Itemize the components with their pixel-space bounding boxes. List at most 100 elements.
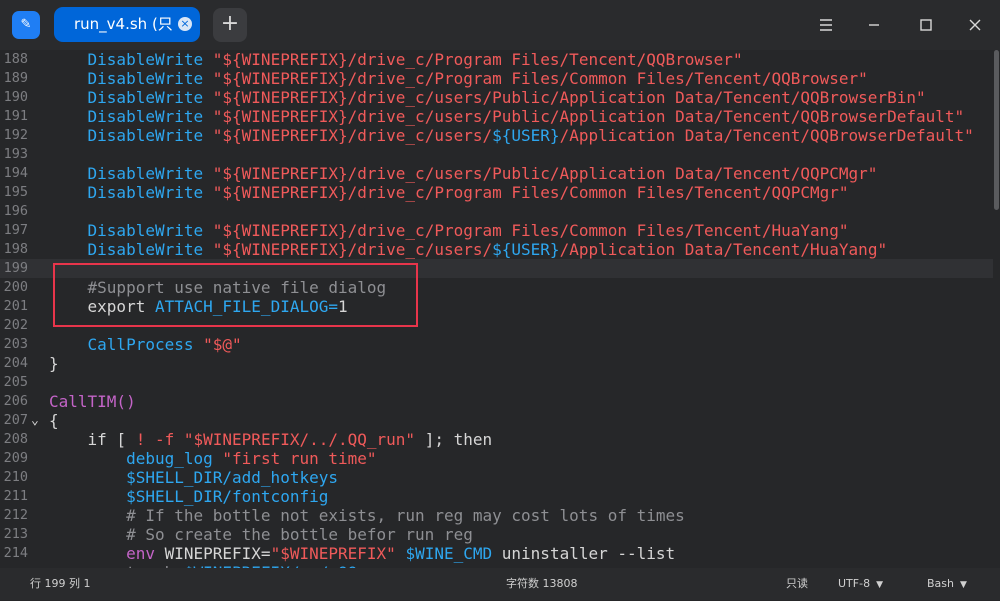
code-line[interactable]: 196	[0, 202, 1000, 221]
code-line[interactable]: 207 ⌄ {	[0, 411, 1000, 430]
code-line[interactable]: 212 # If the bottle not exists, run reg …	[0, 506, 1000, 525]
line-number: 198	[3, 241, 28, 257]
minimize-icon[interactable]	[862, 13, 886, 37]
line-number: 188	[3, 51, 28, 67]
code-token: ${USER}	[492, 126, 560, 145]
code-line[interactable]: 204}	[0, 354, 1000, 373]
line-number: 204	[3, 355, 28, 371]
code-token: "${WINEPREFIX}/drive_c/users/	[212, 240, 493, 259]
code-text: $SHELL_DIR/fontconfig	[49, 487, 328, 506]
tab-label: run_v4.sh (只读	[74, 15, 172, 33]
code-token: # If the bottle not exists, run reg may …	[49, 506, 685, 525]
code-line[interactable]: 211 $SHELL_DIR/fontconfig	[0, 487, 1000, 506]
line-number: 202	[3, 317, 28, 333]
code-line[interactable]: 188 DisableWrite "${WINEPREFIX}/drive_c/…	[0, 50, 1000, 69]
code-line[interactable]: 210 $SHELL_DIR/add_hotkeys	[0, 468, 1000, 487]
line-number: 208	[3, 431, 28, 447]
tab-run-v4-sh[interactable]: run_v4.sh (只读 ×	[54, 7, 200, 42]
code-line[interactable]: 208 if [ ! -f "$WINEPREFIX/../.QQ_run" ]…	[0, 430, 1000, 449]
code-token: "${WINEPREFIX}/drive_c/Program Files/Com…	[212, 69, 868, 88]
line-number: 209	[3, 450, 28, 466]
character-count: 字符数 13808	[506, 577, 578, 590]
line-number: 212	[3, 507, 28, 523]
line-number: 190	[3, 89, 28, 105]
code-token: CallTIM()	[49, 392, 136, 411]
code-line[interactable]: 197 DisableWrite "${WINEPREFIX}/drive_c/…	[0, 221, 1000, 240]
code-line[interactable]: 214 env WINEPREFIX="$WINEPREFIX" $WINE_C…	[0, 544, 1000, 563]
code-token: /Application Data/Tencent/QQBrowserDefau…	[559, 126, 974, 145]
code-token: DisableWrite	[87, 50, 204, 69]
code-token: "${WINEPREFIX}/drive_c/Program Files/Ten…	[212, 50, 743, 69]
code-text: DisableWrite "${WINEPREFIX}/drive_c/user…	[49, 107, 965, 126]
maximize-icon[interactable]	[914, 13, 938, 37]
code-token: DisableWrite	[87, 107, 204, 126]
code-token: }	[49, 354, 59, 373]
vertical-scrollbar[interactable]	[994, 50, 999, 210]
code-line[interactable]: 194 DisableWrite "${WINEPREFIX}/drive_c/…	[0, 164, 1000, 183]
code-text: debug_log "first run time"	[49, 449, 376, 468]
code-line[interactable]: 195 DisableWrite "${WINEPREFIX}/drive_c/…	[0, 183, 1000, 202]
code-line[interactable]: 205	[0, 373, 1000, 392]
code-text: CallTIM()	[49, 392, 136, 411]
add-tab-button[interactable]: +	[213, 8, 247, 42]
code-line[interactable]: 193	[0, 145, 1000, 164]
readonly-indicator[interactable]: 只读	[786, 568, 808, 600]
chevron-down-icon: ▼	[876, 580, 883, 590]
code-text: DisableWrite "${WINEPREFIX}/drive_c/Prog…	[49, 69, 868, 88]
code-line[interactable]: 191 DisableWrite "${WINEPREFIX}/drive_c/…	[0, 107, 1000, 126]
code-token: ]; then	[415, 430, 493, 449]
code-line[interactable]: 198 DisableWrite "${WINEPREFIX}/drive_c/…	[0, 240, 1000, 259]
line-number: 196	[3, 203, 28, 219]
code-token: $SHELL_DIR/add_hotkeys	[126, 468, 338, 487]
encoding-selector[interactable]: UTF-8 ▼	[838, 568, 883, 601]
line-number: 201	[3, 298, 28, 314]
code-token: ${USER}	[492, 240, 560, 259]
code-token: {	[49, 411, 59, 430]
code-token: "${WINEPREFIX}/drive_c/users/	[212, 126, 493, 145]
line-number: 194	[3, 165, 28, 181]
close-window-icon[interactable]	[963, 13, 987, 37]
language-selector[interactable]: Bash ▼	[927, 568, 967, 601]
line-number: 193	[3, 146, 28, 162]
code-token: # So create the bottle befor run reg	[49, 525, 473, 544]
code-text: if [ ! -f "$WINEPREFIX/../.QQ_run" ]; th…	[49, 430, 493, 449]
code-token: WINEPREFIX=	[154, 544, 271, 563]
menu-icon[interactable]	[814, 13, 838, 37]
line-number: 213	[3, 526, 28, 542]
code-line[interactable]: 213 # So create the bottle befor run reg	[0, 525, 1000, 544]
code-token: $SHELL_DIR/fontconfig	[126, 487, 329, 506]
line-number: 210	[3, 469, 28, 485]
code-token: /Application Data/Tencent/HuaYang"	[559, 240, 888, 259]
code-token: DisableWrite	[87, 221, 204, 240]
code-line[interactable]: 190 DisableWrite "${WINEPREFIX}/drive_c/…	[0, 88, 1000, 107]
code-token: DisableWrite	[87, 240, 204, 259]
line-number: 197	[3, 222, 28, 238]
language-label: Bash	[927, 577, 954, 590]
code-line[interactable]: 206 CallTIM()	[0, 392, 1000, 411]
line-number: 211	[3, 488, 28, 504]
close-tab-icon[interactable]: ×	[178, 17, 192, 31]
code-text: DisableWrite "${WINEPREFIX}/drive_c/user…	[49, 88, 926, 107]
line-number: 200	[3, 279, 28, 295]
code-line[interactable]: 192 DisableWrite "${WINEPREFIX}/drive_c/…	[0, 126, 1000, 145]
code-line[interactable]: 209 debug_log "first run time"	[0, 449, 1000, 468]
code-token: "${WINEPREFIX}/drive_c/users/Public/Appl…	[212, 107, 965, 126]
code-line[interactable]: 189 DisableWrite "${WINEPREFIX}/drive_c/…	[0, 69, 1000, 88]
fold-chevron-icon[interactable]: ⌄	[31, 411, 39, 430]
code-line[interactable]: 203 CallProcess "$@"	[0, 335, 1000, 354]
code-editor[interactable]: 188 DisableWrite "${WINEPREFIX}/drive_c/…	[0, 50, 1000, 568]
code-token: if [	[49, 430, 136, 449]
code-text: DisableWrite "${WINEPREFIX}/drive_c/Prog…	[49, 183, 849, 202]
